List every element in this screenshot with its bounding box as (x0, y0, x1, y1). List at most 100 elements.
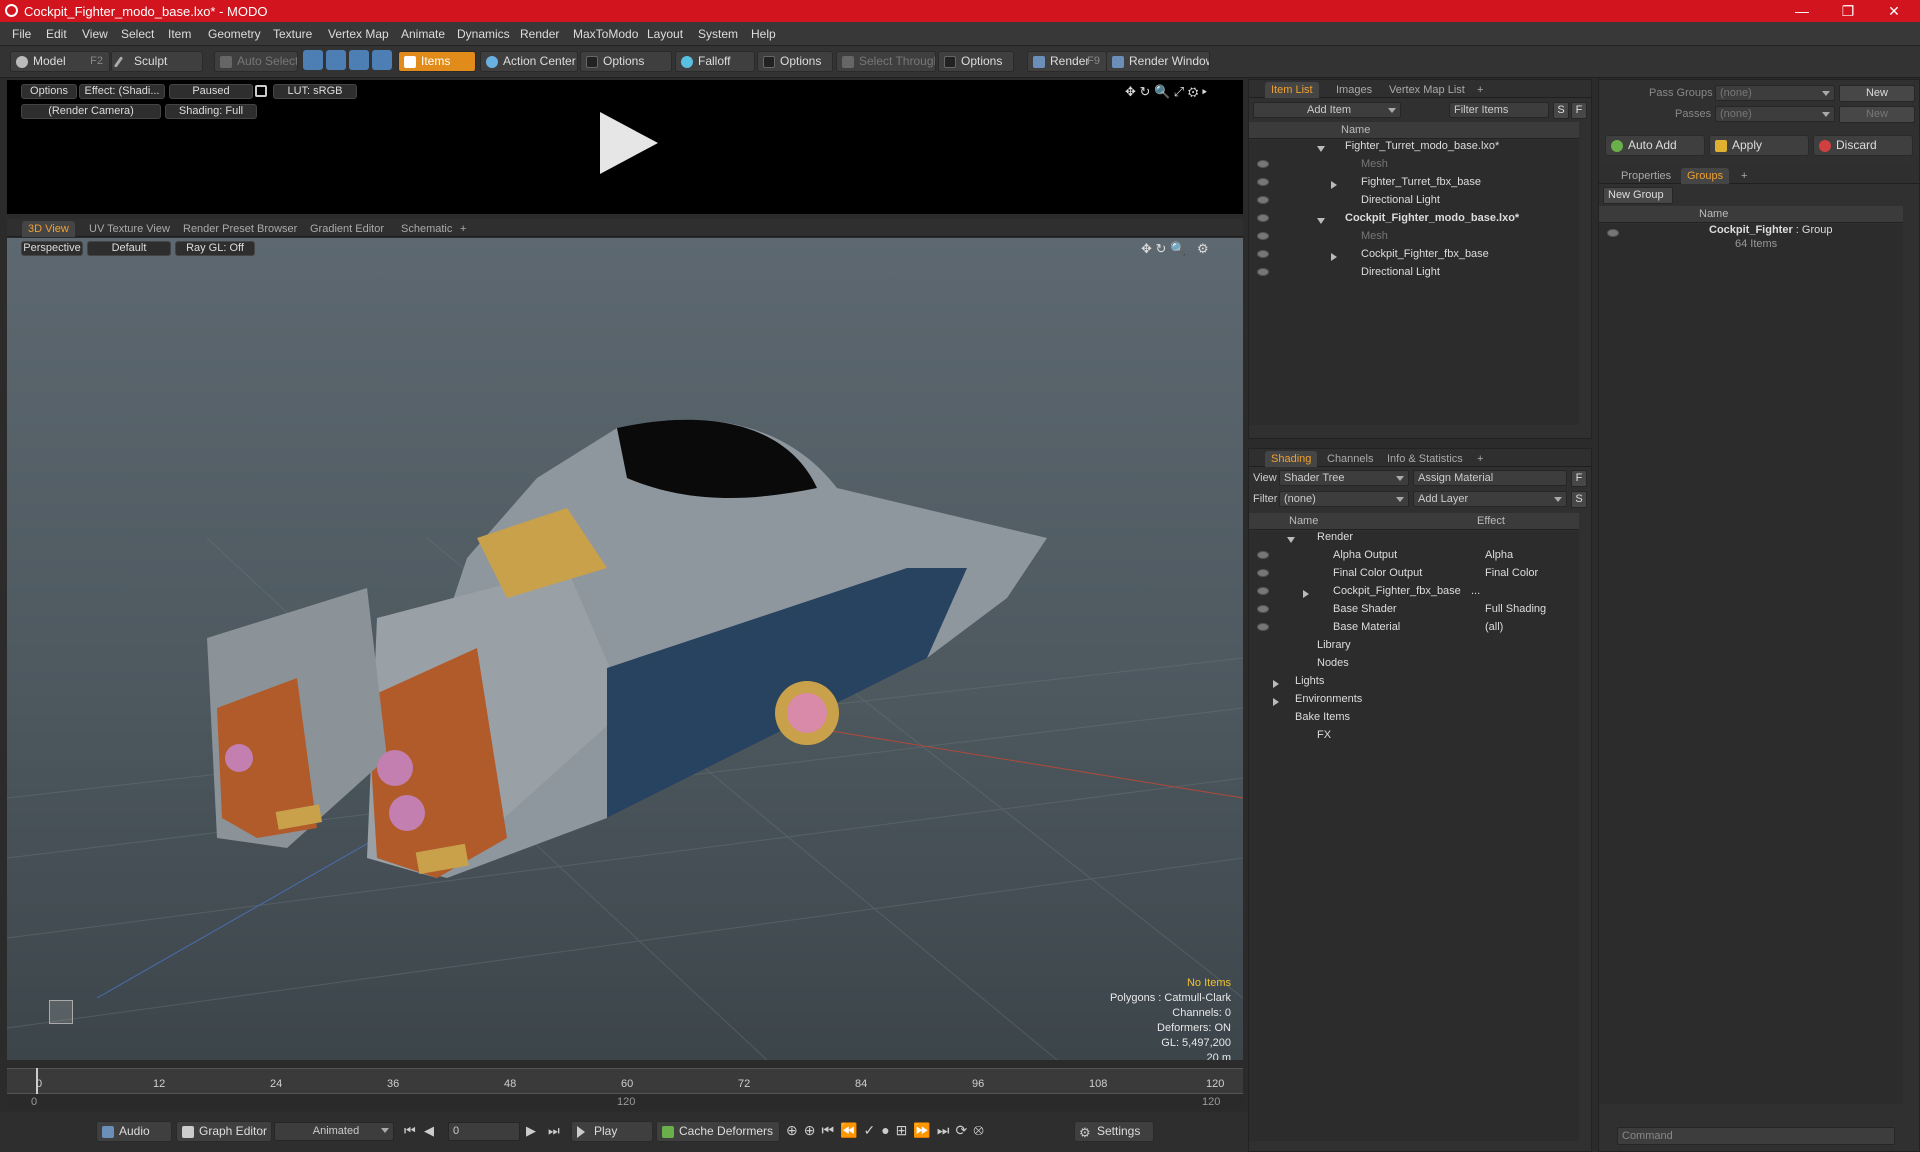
shader-row-fbx-material[interactable]: Cockpit_Fighter_fbx_base... (1303, 585, 1480, 603)
new-group-button[interactable]: New Group (1603, 187, 1673, 204)
action-center-button[interactable]: Action Center (480, 51, 578, 72)
raygl-toggle[interactable]: Ray GL: Off (175, 241, 255, 256)
visibility-eye-icon[interactable] (1257, 178, 1269, 186)
tree-row-turret-mesh[interactable]: Mesh (1345, 158, 1388, 176)
shader-row-bake-items[interactable]: Bake Items (1285, 711, 1350, 729)
visibility-eye-icon[interactable] (1257, 605, 1269, 613)
action-center-options-button[interactable]: Options (580, 51, 672, 72)
camera-dropdown[interactable]: (Render Camera) (21, 104, 161, 119)
tree-row-cockpit-mesh[interactable]: Mesh (1345, 230, 1388, 248)
polygons-mode-button[interactable] (349, 50, 369, 70)
visibility-eye-icon[interactable] (1607, 229, 1619, 237)
tab-properties[interactable]: Properties (1615, 168, 1677, 184)
filter-s-button[interactable]: S (1553, 102, 1569, 119)
preview-options-button[interactable]: Options (21, 84, 77, 99)
tree-row-cockpit-fbx[interactable]: Cockpit_Fighter_fbx_base (1331, 248, 1489, 266)
tab-shading[interactable]: Shading (1265, 451, 1318, 467)
visibility-eye-icon[interactable] (1257, 623, 1269, 631)
3d-viewport[interactable]: Perspective Default Ray GL: Off ✥ ↻ 🔍 ⚙ … (7, 238, 1243, 1060)
tab-gradient-editor[interactable]: Gradient Editor (304, 221, 390, 237)
menu-dynamics[interactable]: Dynamics (457, 27, 510, 41)
shader-row-base-material[interactable]: Base Material (all) (1317, 621, 1503, 639)
step-forward-icon[interactable]: ▶ (526, 1123, 536, 1139)
add-item-dropdown[interactable]: Add Item (1253, 102, 1401, 118)
menu-texture[interactable]: Texture (273, 27, 312, 41)
shader-row-environments[interactable]: Environments (1273, 693, 1362, 711)
tree-row-turret-light[interactable]: Directional Light (1345, 194, 1440, 212)
shader-row-nodes[interactable]: Nodes (1301, 657, 1349, 675)
visibility-eye-icon[interactable] (1257, 268, 1269, 276)
auto-add-button[interactable]: Auto Add (1605, 135, 1705, 156)
tab-add-item-list[interactable]: + (1471, 82, 1489, 98)
filter-f-button[interactable]: F (1571, 102, 1587, 119)
visibility-eye-icon[interactable] (1257, 250, 1269, 258)
visibility-eye-icon[interactable] (1257, 214, 1269, 222)
expand-icon[interactable] (1273, 698, 1279, 706)
restore-button[interactable]: ❐ (1826, 0, 1870, 22)
settings-button[interactable]: ⚙ Settings (1074, 1121, 1154, 1142)
visibility-eye-icon[interactable] (1257, 196, 1269, 204)
passes-dropdown[interactable]: (none) (1715, 106, 1835, 122)
menu-system[interactable]: System (698, 27, 738, 41)
menu-vertex-map[interactable]: Vertex Map (328, 27, 389, 41)
jump-start-icon[interactable]: ⏮ (404, 1123, 416, 1139)
visibility-eye-icon[interactable] (1257, 551, 1269, 559)
tab-schematic[interactable]: Schematic (395, 221, 458, 237)
viewport-navigation-icons[interactable]: ✥ ↻ 🔍 ⚙ (1141, 241, 1209, 257)
filter-dropdown[interactable]: (none) (1279, 491, 1409, 507)
shader-row-lights[interactable]: Lights (1273, 675, 1324, 693)
visibility-eye-icon[interactable] (1257, 569, 1269, 577)
play-button[interactable]: Play (571, 1121, 653, 1142)
shader-row-render[interactable]: Render (1287, 531, 1353, 549)
tree-row-turret-scene[interactable]: Fighter_Turret_modo_base.lxo* (1317, 140, 1499, 158)
graph-editor-button[interactable]: Graph Editor (176, 1121, 272, 1142)
vertices-mode-button[interactable] (303, 50, 323, 70)
falloff-options-button[interactable]: Options (757, 51, 833, 72)
menu-render[interactable]: Render (520, 27, 559, 41)
tab-info-statistics[interactable]: Info & Statistics (1381, 451, 1469, 467)
tab-channels[interactable]: Channels (1321, 451, 1379, 467)
sculpt-mode-button[interactable]: Sculpt (111, 51, 203, 72)
model-mode-button[interactable]: Model F2 (10, 51, 110, 72)
lock-icon[interactable] (255, 85, 267, 97)
menu-animate[interactable]: Animate (401, 27, 445, 41)
new-pass-group-button[interactable]: New (1839, 85, 1915, 102)
tab-3d-view[interactable]: 3D View (22, 221, 75, 237)
shader-row-base-shader[interactable]: Base Shader Full Shading (1317, 603, 1546, 621)
menu-geometry[interactable]: Geometry (208, 27, 261, 41)
menu-edit[interactable]: Edit (46, 27, 67, 41)
visibility-eye-icon[interactable] (1257, 160, 1269, 168)
visibility-eye-icon[interactable] (1257, 587, 1269, 595)
apply-button[interactable]: Apply (1709, 135, 1809, 156)
command-input[interactable]: Command (1617, 1127, 1895, 1145)
projection-dropdown[interactable]: Perspective (21, 241, 83, 256)
expand-icon[interactable] (1317, 146, 1325, 152)
menu-file[interactable]: File (12, 27, 31, 41)
tree-row-turret-fbx[interactable]: Fighter_Turret_fbx_base (1331, 176, 1481, 194)
falloff-button[interactable]: Falloff (675, 51, 755, 72)
shading-s-button[interactable]: S (1571, 491, 1587, 508)
tab-item-list[interactable]: Item List (1265, 82, 1319, 98)
tab-add[interactable]: + (454, 221, 472, 237)
visibility-eye-icon[interactable] (1257, 232, 1269, 240)
view-style-dropdown[interactable]: Default (87, 241, 171, 256)
preview-paused-button[interactable]: Paused (169, 84, 253, 99)
shader-row-final-color[interactable]: Final Color Output Final Color (1317, 567, 1538, 585)
shader-tree-dropdown[interactable]: Shader Tree (1279, 470, 1409, 486)
auto-select-button[interactable]: Auto Select (214, 51, 298, 72)
expand-icon[interactable] (1331, 181, 1337, 189)
preview-effect-dropdown[interactable]: Effect: (Shadi... (79, 84, 165, 99)
expand-icon[interactable] (1287, 537, 1295, 543)
audio-button[interactable]: Audio (96, 1121, 172, 1142)
shader-row-library[interactable]: Library (1301, 639, 1351, 657)
items-mode-button[interactable]: Items (398, 51, 476, 72)
discard-button[interactable]: Discard (1813, 135, 1913, 156)
add-layer-dropdown[interactable]: Add Layer (1413, 491, 1567, 507)
menu-help[interactable]: Help (751, 27, 776, 41)
pass-groups-dropdown[interactable]: (none) (1715, 85, 1835, 101)
tree-row-cockpit-light[interactable]: Directional Light (1345, 266, 1440, 284)
expand-icon[interactable] (1331, 253, 1337, 261)
select-through-button[interactable]: Select Through (836, 51, 936, 72)
minimize-button[interactable]: — (1780, 0, 1824, 22)
tab-add-groups[interactable]: + (1735, 168, 1753, 184)
